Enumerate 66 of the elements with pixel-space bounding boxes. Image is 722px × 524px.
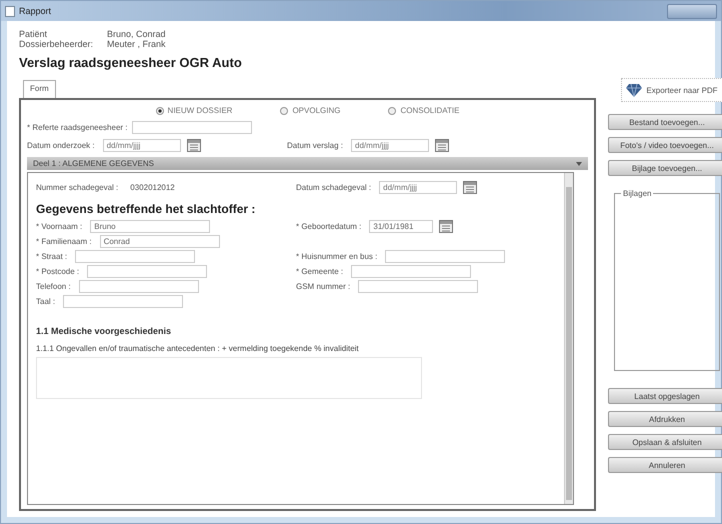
field-label: * Huisnummer en bus :: [296, 252, 378, 261]
input-field[interactable]: Bruno: [90, 220, 210, 233]
radio-label: OPVOLGING: [292, 106, 340, 115]
page-title: Verslag raadsgeneesheer OGR Auto: [19, 55, 243, 70]
radio-label: CONSOLIDATIE: [400, 106, 460, 115]
input-field[interactable]: [132, 121, 252, 134]
subsection-heading: 1.1 Medische voorgeschiedenis: [36, 326, 172, 336]
action-button[interactable]: Afdrukken: [608, 411, 722, 427]
date-field[interactable]: 31/01/1981: [369, 220, 434, 233]
field-label: * Gemeente :: [296, 267, 344, 276]
gem-icon: [626, 83, 642, 97]
window-title: Rapport: [19, 6, 52, 16]
field-label: GSM nummer :: [296, 282, 350, 291]
field-label: * Straat :: [36, 252, 68, 261]
add-button[interactable]: Foto's / video toevoegen...: [608, 137, 722, 153]
date-field[interactable]: dd/mm/jjjj: [379, 181, 458, 194]
field-label: Datum onderzoek :: [27, 141, 95, 150]
input-field[interactable]: [385, 250, 506, 263]
input-field[interactable]: [351, 265, 472, 278]
info-value: Bruno, Conrad: [107, 29, 166, 39]
input-field[interactable]: Conrad: [100, 235, 220, 248]
field-label: Taal :: [36, 297, 56, 306]
info-value: Meuter , Frank: [107, 39, 166, 49]
field-label: Telefoon :: [36, 282, 71, 291]
radio-button[interactable]: [280, 106, 288, 114]
radio-label: NIEUW DOSSIER: [168, 106, 232, 115]
input-field[interactable]: [78, 280, 199, 293]
input-field[interactable]: [63, 295, 184, 308]
action-button[interactable]: Opslaan & afsluiten: [608, 434, 722, 450]
input-field[interactable]: [75, 250, 196, 263]
group-title: Bijlagen: [622, 189, 652, 198]
section-heading: Gegevens betreffende het slachtoffer :: [36, 202, 256, 216]
field-label: Nummer schadegeval :: [36, 183, 118, 192]
section-title: Deel 1 : ALGEMENE GEGEVENS: [33, 159, 154, 168]
calendar-icon[interactable]: [463, 181, 478, 194]
scrollbar[interactable]: [564, 173, 573, 504]
field-label: * Postcode :: [36, 267, 80, 276]
info-label: Dossierbeheerder:: [19, 39, 94, 49]
field-label: Datum schadegeval :: [296, 183, 372, 192]
radio-button[interactable]: [388, 106, 396, 114]
window-controls-icon[interactable]: [667, 4, 717, 18]
calendar-icon[interactable]: [186, 139, 201, 152]
radio-button[interactable]: [156, 106, 164, 114]
question-label: 1.1.1 Ongevallen en/of traumatische antecedenten : + vermelding toegekende % invaliditeit: [36, 344, 360, 353]
calendar-icon[interactable]: [439, 220, 454, 233]
calendar-icon[interactable]: [435, 139, 450, 152]
add-button[interactable]: Bestand toevoegen...: [608, 114, 722, 130]
info-label: Patiënt: [19, 29, 48, 39]
field-label: * Geboortedatum :: [296, 222, 362, 231]
text-area[interactable]: [36, 357, 422, 399]
tab[interactable]: Form: [23, 80, 56, 98]
action-button[interactable]: Annuleren: [608, 457, 722, 473]
action-button[interactable]: Laatst opgeslagen: [608, 388, 722, 404]
add-button[interactable]: Bijlage toevoegen...: [608, 160, 722, 176]
caret-icon[interactable]: [576, 162, 582, 166]
input-field[interactable]: [87, 265, 208, 278]
field-value: 0302012012: [130, 183, 175, 192]
date-field[interactable]: dd/mm/jjjj: [102, 139, 181, 152]
field-label: Datum verslag :: [287, 141, 344, 150]
input-field[interactable]: [358, 280, 478, 293]
app-icon: [5, 6, 15, 16]
field-label: * Familienaam :: [36, 237, 92, 246]
field-label: * Voornaam :: [36, 222, 82, 231]
date-field[interactable]: dd/mm/jjjj: [351, 139, 430, 152]
field-label: * Referte raadsgeneesheer :: [27, 123, 128, 132]
export-button[interactable]: Exporteer naar PDF: [621, 78, 722, 102]
